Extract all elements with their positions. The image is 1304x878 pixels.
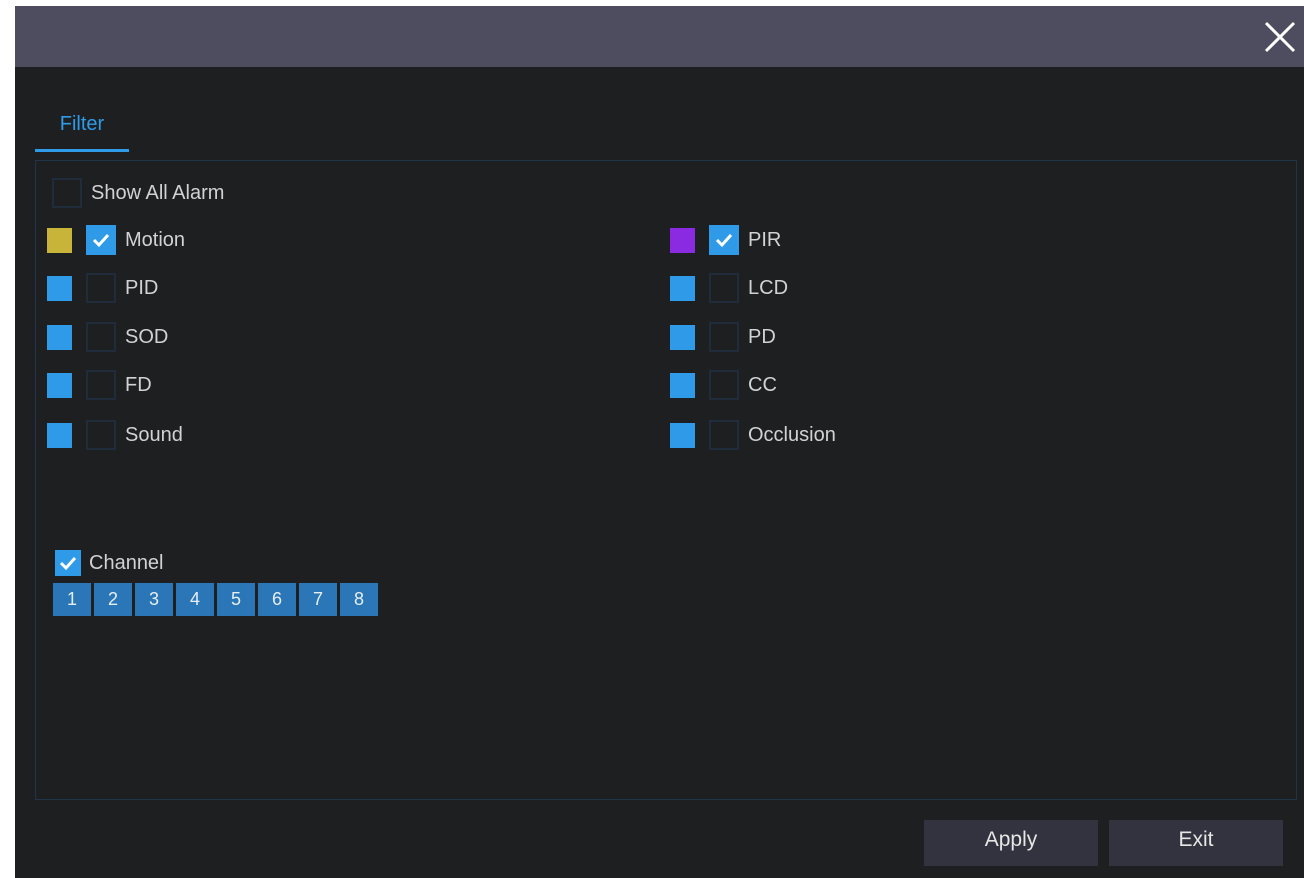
motion-color-swatch xyxy=(47,227,72,253)
sod-color-swatch xyxy=(47,324,72,350)
occlusion-checkbox[interactable] xyxy=(709,420,739,450)
pid-checkbox[interactable] xyxy=(86,273,116,303)
alarm-type-cc[interactable]: CC xyxy=(670,368,777,402)
pid-color-swatch xyxy=(47,275,72,301)
channel-button-8[interactable]: 8 xyxy=(340,583,378,616)
exit-button[interactable]: Exit xyxy=(1109,820,1283,866)
fd-color-swatch xyxy=(47,372,72,398)
lcd-color-swatch xyxy=(670,275,695,301)
show-all-alarm-label: Show All Alarm xyxy=(91,181,225,204)
alarm-type-motion[interactable]: Motion xyxy=(47,223,185,257)
cc-checkbox[interactable] xyxy=(709,370,739,400)
channel-button-2[interactable]: 2 xyxy=(94,583,132,616)
close-icon xyxy=(1264,21,1296,53)
lcd-label: LCD xyxy=(748,276,789,299)
tab-filter[interactable]: Filter xyxy=(35,109,129,152)
pd-label: PD xyxy=(748,325,776,348)
lcd-checkbox[interactable] xyxy=(709,273,739,303)
channel-button-4[interactable]: 4 xyxy=(176,583,214,616)
filter-panel xyxy=(35,160,1297,800)
title-bar xyxy=(15,6,1304,67)
alarm-type-sound[interactable]: Sound xyxy=(47,418,183,452)
cc-label: CC xyxy=(748,373,777,396)
channel-button-6[interactable]: 6 xyxy=(258,583,296,616)
checkmark-icon xyxy=(59,556,77,571)
show-all-alarm-checkbox[interactable] xyxy=(52,178,82,208)
fd-checkbox[interactable] xyxy=(86,370,116,400)
sound-label: Sound xyxy=(125,423,183,446)
tab-filter-label: Filter xyxy=(59,113,105,135)
pid-label: PID xyxy=(125,276,159,299)
pir-checkbox[interactable] xyxy=(709,225,739,255)
cc-color-swatch xyxy=(670,372,695,398)
pir-color-swatch xyxy=(670,227,695,253)
pd-color-swatch xyxy=(670,324,695,350)
sod-checkbox[interactable] xyxy=(86,322,116,352)
occlusion-label: Occlusion xyxy=(748,423,836,446)
alarm-type-pd[interactable]: PD xyxy=(670,320,776,354)
occlusion-color-swatch xyxy=(670,422,695,448)
channel-checkbox[interactable] xyxy=(55,550,81,576)
pd-checkbox[interactable] xyxy=(709,322,739,352)
show-all-alarm-option[interactable]: Show All Alarm xyxy=(52,176,224,210)
alarm-type-pir[interactable]: PIR xyxy=(670,223,781,257)
channel-selector: 1 2 3 4 5 6 7 8 xyxy=(53,583,381,616)
motion-checkbox[interactable] xyxy=(86,225,116,255)
alarm-type-lcd[interactable]: LCD xyxy=(670,271,788,305)
channel-button-7[interactable]: 7 xyxy=(299,583,337,616)
alarm-type-sod[interactable]: SOD xyxy=(47,320,168,354)
close-button[interactable] xyxy=(1260,17,1300,57)
checkmark-icon xyxy=(92,233,110,248)
pir-label: PIR xyxy=(748,228,782,251)
alarm-filter-dialog: Filter Show All Alarm Motion PID SOD FD … xyxy=(15,6,1304,878)
channel-option[interactable]: Channel xyxy=(55,546,164,580)
alarm-type-fd[interactable]: FD xyxy=(47,368,152,402)
fd-label: FD xyxy=(125,373,152,396)
sod-label: SOD xyxy=(125,325,169,348)
channel-label: Channel xyxy=(89,551,164,574)
alarm-type-occlusion[interactable]: Occlusion xyxy=(670,418,836,452)
checkmark-icon xyxy=(715,233,733,248)
apply-button[interactable]: Apply xyxy=(924,820,1098,866)
channel-button-5[interactable]: 5 xyxy=(217,583,255,616)
sound-checkbox[interactable] xyxy=(86,420,116,450)
channel-button-3[interactable]: 3 xyxy=(135,583,173,616)
channel-button-1[interactable]: 1 xyxy=(53,583,91,616)
sound-color-swatch xyxy=(47,422,72,448)
alarm-type-pid[interactable]: PID xyxy=(47,271,158,305)
motion-label: Motion xyxy=(125,228,186,251)
